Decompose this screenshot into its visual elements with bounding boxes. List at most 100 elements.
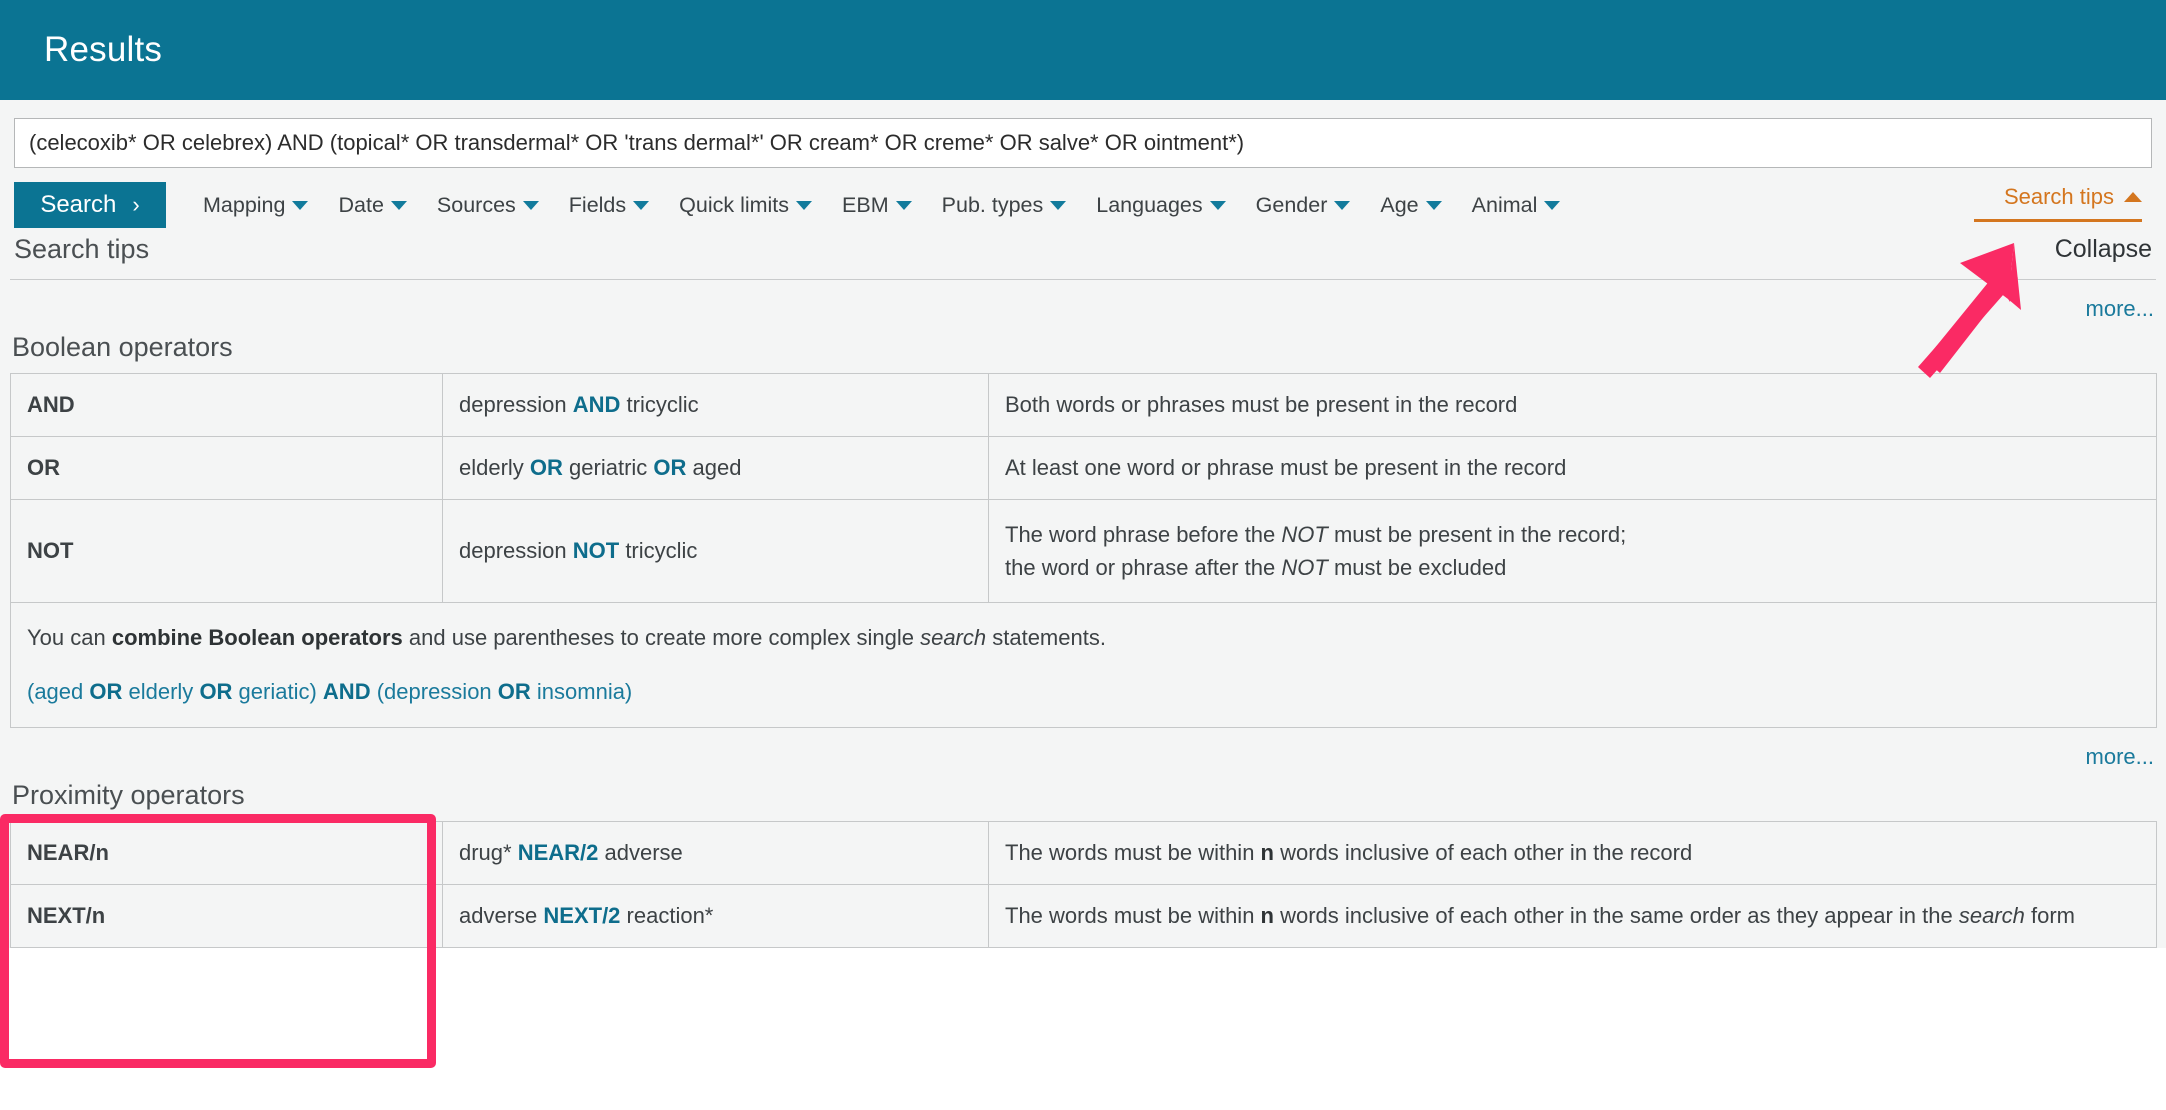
- chevron-down-icon: [633, 200, 650, 210]
- example-text: adverse: [598, 840, 683, 866]
- description-line: the word or phrase after the NOT must be…: [1005, 551, 2140, 584]
- example-text: tricyclic: [619, 538, 698, 563]
- menu-item-gender[interactable]: Gender: [1241, 193, 1366, 218]
- example-text: drug*: [459, 840, 518, 866]
- menu-item-fields[interactable]: Fields: [554, 193, 664, 218]
- combine-emphasis: search: [920, 625, 987, 650]
- active-tab-underline: [1974, 219, 2142, 222]
- search-button-label: Search: [40, 191, 117, 218]
- combine-text: statements.: [986, 625, 1106, 650]
- chevron-down-icon: [1544, 200, 1561, 210]
- example-operator: OR: [89, 679, 123, 705]
- menu-label: Fields: [568, 192, 627, 217]
- boolean-more-link[interactable]: more...: [2086, 296, 2154, 322]
- chevron-down-icon: [292, 200, 309, 210]
- example-text: geriatric: [562, 455, 654, 480]
- menu-item-quick-limits[interactable]: Quick limits: [664, 193, 827, 218]
- proximity-operators-title: Proximity operators: [12, 780, 245, 811]
- combine-example[interactable]: (aged OR elderly OR geriatic) AND (depre…: [27, 675, 2140, 709]
- description-text: words inclusive of each other in the sam…: [1274, 903, 1959, 929]
- menu-label: Animal: [1471, 192, 1538, 217]
- description-text: form: [2024, 903, 2075, 929]
- combine-operators-cell: You can combine Boolean operators and us…: [10, 601, 2157, 729]
- menu-label: Sources: [436, 192, 516, 217]
- menu-label: Mapping: [203, 192, 286, 217]
- page-title: Results: [44, 30, 163, 69]
- description-text: must be present in the record;: [1327, 522, 1627, 547]
- description-emphasis: NOT: [1281, 522, 1328, 547]
- chevron-down-icon: [1425, 200, 1442, 210]
- description-cell: Both words or phrases must be present in…: [988, 373, 2157, 437]
- search-tips-header: Search tips Collapse: [10, 228, 2156, 279]
- example-operator: NEXT/2: [543, 903, 621, 929]
- menu-item-mapping[interactable]: Mapping: [188, 193, 323, 218]
- description-text: The word phrase before the: [1005, 522, 1282, 547]
- description-text: the word or phrase after the: [1005, 555, 1282, 580]
- chevron-down-icon: [1209, 200, 1226, 210]
- search-panel: Search › Mapping Date Sources Fields: [0, 100, 2166, 228]
- description-text: words inclusive of each other in the rec…: [1274, 840, 1693, 866]
- example-text: geriatic): [232, 679, 323, 705]
- menu-label: Quick limits: [679, 192, 790, 217]
- description-cell: The words must be within n words inclusi…: [988, 884, 2157, 949]
- example-text: depression: [459, 538, 573, 563]
- combine-text: You can: [27, 625, 112, 650]
- chevron-down-icon: [390, 200, 407, 210]
- menu-label: EBM: [842, 192, 889, 217]
- example-text: adverse: [459, 903, 544, 929]
- menu-label: Languages: [1096, 192, 1203, 217]
- results-page: Results Search › Mapping Date Sources: [0, 0, 2166, 1110]
- example-text: elderly: [122, 679, 200, 705]
- menu-item-ebm[interactable]: EBM: [827, 193, 927, 218]
- chevron-down-icon: [522, 200, 539, 210]
- description-text: The words must be within: [1005, 903, 1261, 929]
- proximity-more-row: more...: [10, 728, 2156, 780]
- example-text: elderly: [459, 455, 530, 480]
- example-operator: AND: [572, 392, 621, 417]
- filter-menu-list: Mapping Date Sources Fields Quick limits: [188, 193, 1575, 218]
- example-cell[interactable]: elderly OR geriatric OR aged: [442, 436, 989, 500]
- example-operator: NEAR/2: [517, 840, 599, 866]
- page-header: Results: [0, 0, 2166, 100]
- menu-item-pub-types[interactable]: Pub. types: [927, 193, 1082, 218]
- description-emphasis: NOT: [1281, 555, 1328, 580]
- search-tips-toggle[interactable]: Search tips: [1974, 184, 2142, 222]
- menu-item-sources[interactable]: Sources: [422, 193, 554, 218]
- example-operator: OR: [497, 679, 531, 705]
- menu-item-date[interactable]: Date: [323, 193, 421, 218]
- menu-label: Gender: [1255, 192, 1328, 217]
- example-operator: OR: [199, 679, 233, 705]
- menu-label: Age: [1380, 192, 1419, 217]
- search-tips-toggle-row: Search tips: [2004, 184, 2142, 210]
- proximity-more-link[interactable]: more...: [2086, 744, 2154, 770]
- chevron-down-icon: [796, 200, 813, 210]
- boolean-operators-table: AND depression AND tricyclic Both words …: [10, 373, 2157, 729]
- menu-item-animal[interactable]: Animal: [1457, 193, 1576, 218]
- chevron-down-icon: [895, 200, 912, 210]
- example-cell[interactable]: depression AND tricyclic: [442, 373, 989, 437]
- combine-bold: combine Boolean operators: [111, 625, 403, 650]
- example-text: (aged: [27, 679, 90, 705]
- boolean-more-row: more...: [10, 280, 2156, 332]
- search-tips-toggle-label: Search tips: [2003, 184, 2114, 209]
- operator-cell: NEXT/n: [10, 884, 443, 949]
- example-cell[interactable]: adverse NEXT/2 reaction*: [442, 884, 989, 949]
- table-row: NEXT/n adverse NEXT/2 reaction* The word…: [10, 884, 2157, 949]
- example-operator: OR: [529, 455, 563, 480]
- search-toolbar: Search › Mapping Date Sources Fields Qui…: [14, 182, 2152, 228]
- search-input[interactable]: [14, 118, 2152, 168]
- description-emphasis: search: [1958, 903, 2025, 929]
- chevron-up-icon: [2124, 192, 2142, 202]
- menu-item-languages[interactable]: Languages: [1081, 193, 1240, 218]
- description-bold: n: [1260, 903, 1274, 929]
- example-text: tricyclic: [620, 392, 699, 417]
- menu-label: Date: [338, 192, 384, 217]
- table-row: AND depression AND tricyclic Both words …: [10, 373, 2157, 437]
- example-cell[interactable]: drug* NEAR/2 adverse: [442, 821, 989, 886]
- example-cell[interactable]: depression NOT tricyclic: [442, 499, 989, 603]
- operator-cell: NOT: [10, 499, 443, 603]
- collapse-button[interactable]: Collapse: [2055, 235, 2152, 264]
- search-button[interactable]: Search ›: [14, 182, 166, 228]
- menu-item-age[interactable]: Age: [1365, 193, 1456, 218]
- example-operator: NOT: [572, 538, 620, 563]
